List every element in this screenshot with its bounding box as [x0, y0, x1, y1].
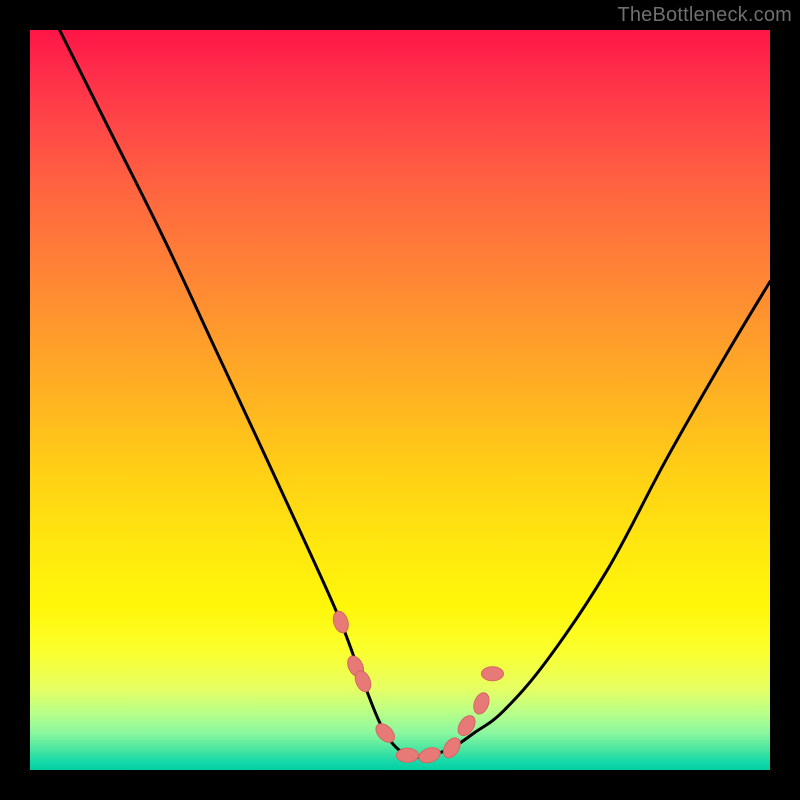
- fit-marker: [372, 720, 397, 745]
- fit-marker: [417, 745, 442, 765]
- bottleneck-curve: [60, 30, 770, 757]
- fit-marker: [471, 691, 492, 717]
- fit-region-markers: [331, 609, 504, 765]
- fit-marker: [482, 667, 504, 681]
- fit-marker: [331, 609, 351, 634]
- chart-svg: [30, 30, 770, 770]
- fit-marker: [440, 735, 464, 761]
- fit-marker: [396, 748, 418, 762]
- fit-marker: [455, 713, 479, 739]
- attribution-watermark: TheBottleneck.com: [617, 4, 792, 27]
- chart-plot-area: [30, 30, 770, 770]
- bottleneck-curve-path: [60, 30, 770, 757]
- chart-frame: TheBottleneck.com: [0, 0, 800, 800]
